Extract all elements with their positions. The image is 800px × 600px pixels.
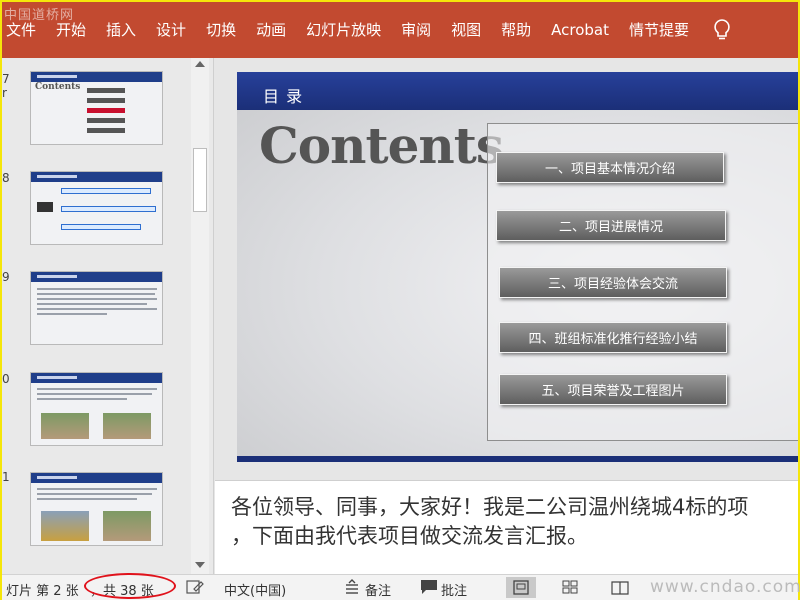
slide-thumbnail-photos-2[interactable] (30, 472, 163, 546)
normal-view-button[interactable] (506, 577, 536, 598)
comments-button[interactable]: 批注 (441, 580, 467, 599)
slide-number-status: 灯片 第 2 张 (6, 584, 79, 599)
slide-thumbnail-contents[interactable]: Contents (30, 71, 163, 145)
slide-sorter-view-button[interactable] (555, 577, 585, 598)
thumb-number: 8 (2, 171, 10, 185)
slide-editing-canvas: 目 录 Contents 一、项目基本情况介绍 二、项目进展情况 三、项目经验体… (215, 58, 798, 478)
tab-slideshow[interactable]: 幻灯片放映 (296, 2, 391, 58)
notes-button[interactable]: 备注 (365, 580, 391, 599)
thumb-header-bar (31, 72, 162, 82)
thumb-number: 1 (2, 470, 10, 484)
thumb-title: Contents (35, 82, 81, 92)
notes-icon[interactable] (344, 579, 362, 595)
slide-title: Contents (259, 116, 504, 175)
thumb-number: 9 (2, 270, 10, 284)
watermark-logo: 中国道桥网 (4, 8, 75, 23)
tab-animations[interactable]: 动画 (246, 2, 296, 58)
tab-insert[interactable]: 插入 (96, 2, 146, 58)
slide-header-bar (237, 72, 798, 110)
current-slide[interactable]: 目 录 Contents 一、项目基本情况介绍 二、项目进展情况 三、项目经验体… (237, 72, 798, 462)
scroll-down-icon[interactable] (195, 562, 205, 568)
tab-transitions[interactable]: 切换 (196, 2, 246, 58)
thumb-number: 7 (2, 72, 10, 86)
tab-view[interactable]: 视图 (441, 2, 491, 58)
tab-acrobat[interactable]: Acrobat (541, 2, 619, 58)
language-status[interactable]: 中文(中国) (224, 580, 286, 599)
toc-item-1[interactable]: 一、项目基本情况介绍 (496, 152, 724, 183)
slide-thumbnail-text[interactable] (30, 271, 163, 345)
highlight-ellipse (84, 573, 176, 599)
slide-thumbnail-photos[interactable] (30, 372, 163, 446)
toc-item-3[interactable]: 三、项目经验体会交流 (499, 267, 727, 298)
scroll-up-icon[interactable] (195, 61, 205, 67)
slide-footer-bar (237, 456, 798, 462)
notes-line-1: 各位领导、同事，大家好！我是二公司温州绕城4标的项 (231, 495, 749, 519)
reading-view-button[interactable] (605, 577, 635, 598)
toc-item-2[interactable]: 二、项目进展情况 (496, 210, 726, 241)
comments-icon[interactable] (420, 579, 438, 595)
speaker-notes-pane[interactable]: 各位领导、同事，大家好！我是二公司温州绕城4标的项 ，下面由我代表项目做交流发言… (215, 480, 798, 574)
slide-header-title: 目 录 (263, 87, 304, 106)
tab-review[interactable]: 审阅 (391, 2, 441, 58)
scrollbar-thumb[interactable] (193, 148, 207, 212)
tab-storyboarding[interactable]: 情节提要 (619, 2, 699, 58)
toc-item-4[interactable]: 四、班组标准化推行经验小结 (499, 322, 727, 353)
lightbulb-icon[interactable] (711, 17, 733, 43)
tab-design[interactable]: 设计 (146, 2, 196, 58)
tab-help[interactable]: 帮助 (491, 2, 541, 58)
accessibility-check-icon[interactable] (186, 579, 204, 595)
site-watermark: www.cndao.com (650, 577, 800, 597)
thumbnail-scrollbar[interactable] (191, 58, 209, 574)
thumb-number-r: r (2, 86, 7, 100)
slide-thumbnail-diagram[interactable] (30, 171, 163, 245)
toc-item-5[interactable]: 五、项目荣誉及工程图片 (499, 374, 727, 405)
ribbon-tabs: 中国道桥网 文件 开始 插入 设计 切换 动画 幻灯片放映 审阅 视图 帮助 A… (2, 2, 798, 58)
thumb-number: 0 (2, 372, 10, 386)
slide-thumbnail-pane: 7 r 8 9 0 1 Contents (2, 58, 214, 574)
status-bar: 灯片 第 2 张 ，共 38 张 中文(中国) 备注 批注 www.cndao.… (2, 573, 800, 600)
notes-line-2: ，下面由我代表项目做交流发言汇报。 (231, 524, 588, 548)
